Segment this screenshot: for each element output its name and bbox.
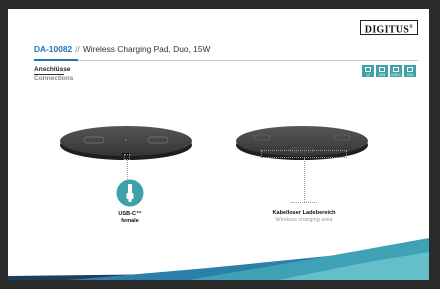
feature-badges: Qi 15W USB-C LED: [362, 65, 416, 77]
charging-leader-line: [304, 158, 305, 202]
badge-label: LED: [406, 72, 414, 77]
title-rule: [78, 59, 418, 61]
wireless-icon: [365, 67, 371, 72]
badge-label: 15W: [378, 72, 386, 77]
section-title-de: Anschlüsse: [34, 66, 71, 73]
badge-usbc: USB-C: [390, 65, 402, 77]
charging-leader-tick: [291, 202, 317, 203]
badge-led: LED: [404, 65, 416, 77]
led-icon: [407, 67, 413, 72]
usb-label-en: female: [121, 218, 139, 224]
usb-leader-line: [127, 160, 128, 179]
brand-logo: DIGITUS®: [360, 20, 418, 35]
badge-wireless: Qi: [362, 65, 374, 77]
title-separator: //: [75, 44, 80, 54]
datasheet-page: DIGITUS® DA-10082//Wireless Charging Pad…: [8, 9, 429, 280]
charging-label-de: Kabelloser Ladebereich: [272, 210, 336, 216]
logo-mark: ®: [409, 25, 414, 30]
badge-label: USB-C: [391, 72, 401, 77]
section-title-en: Connections: [34, 75, 74, 82]
badge-power: 15W: [376, 65, 388, 77]
logo-text: DIGITUS: [364, 24, 410, 36]
product-name: Wireless Charging Pad, Duo, 15W: [82, 44, 211, 54]
badge-label: Qi: [366, 72, 370, 77]
page-title: DA-10082//Wireless Charging Pad, Duo, 15…: [34, 44, 210, 54]
footer-decoration: [8, 238, 429, 280]
usb-c-icon: [116, 179, 144, 207]
usb-callout-label: USB-C™ female: [102, 211, 158, 225]
usbc-icon: [393, 67, 399, 72]
title-accent-rule: [34, 59, 78, 61]
charging-area-marker: [261, 150, 347, 158]
charging-callout-label: Kabelloser Ladebereich Wireless charging…: [264, 210, 344, 224]
charging-label-en: Wireless charging area: [275, 217, 333, 223]
power-icon: [379, 67, 385, 72]
usb-label-de: USB-C™: [118, 211, 142, 217]
model-number: DA-10082: [34, 44, 73, 54]
